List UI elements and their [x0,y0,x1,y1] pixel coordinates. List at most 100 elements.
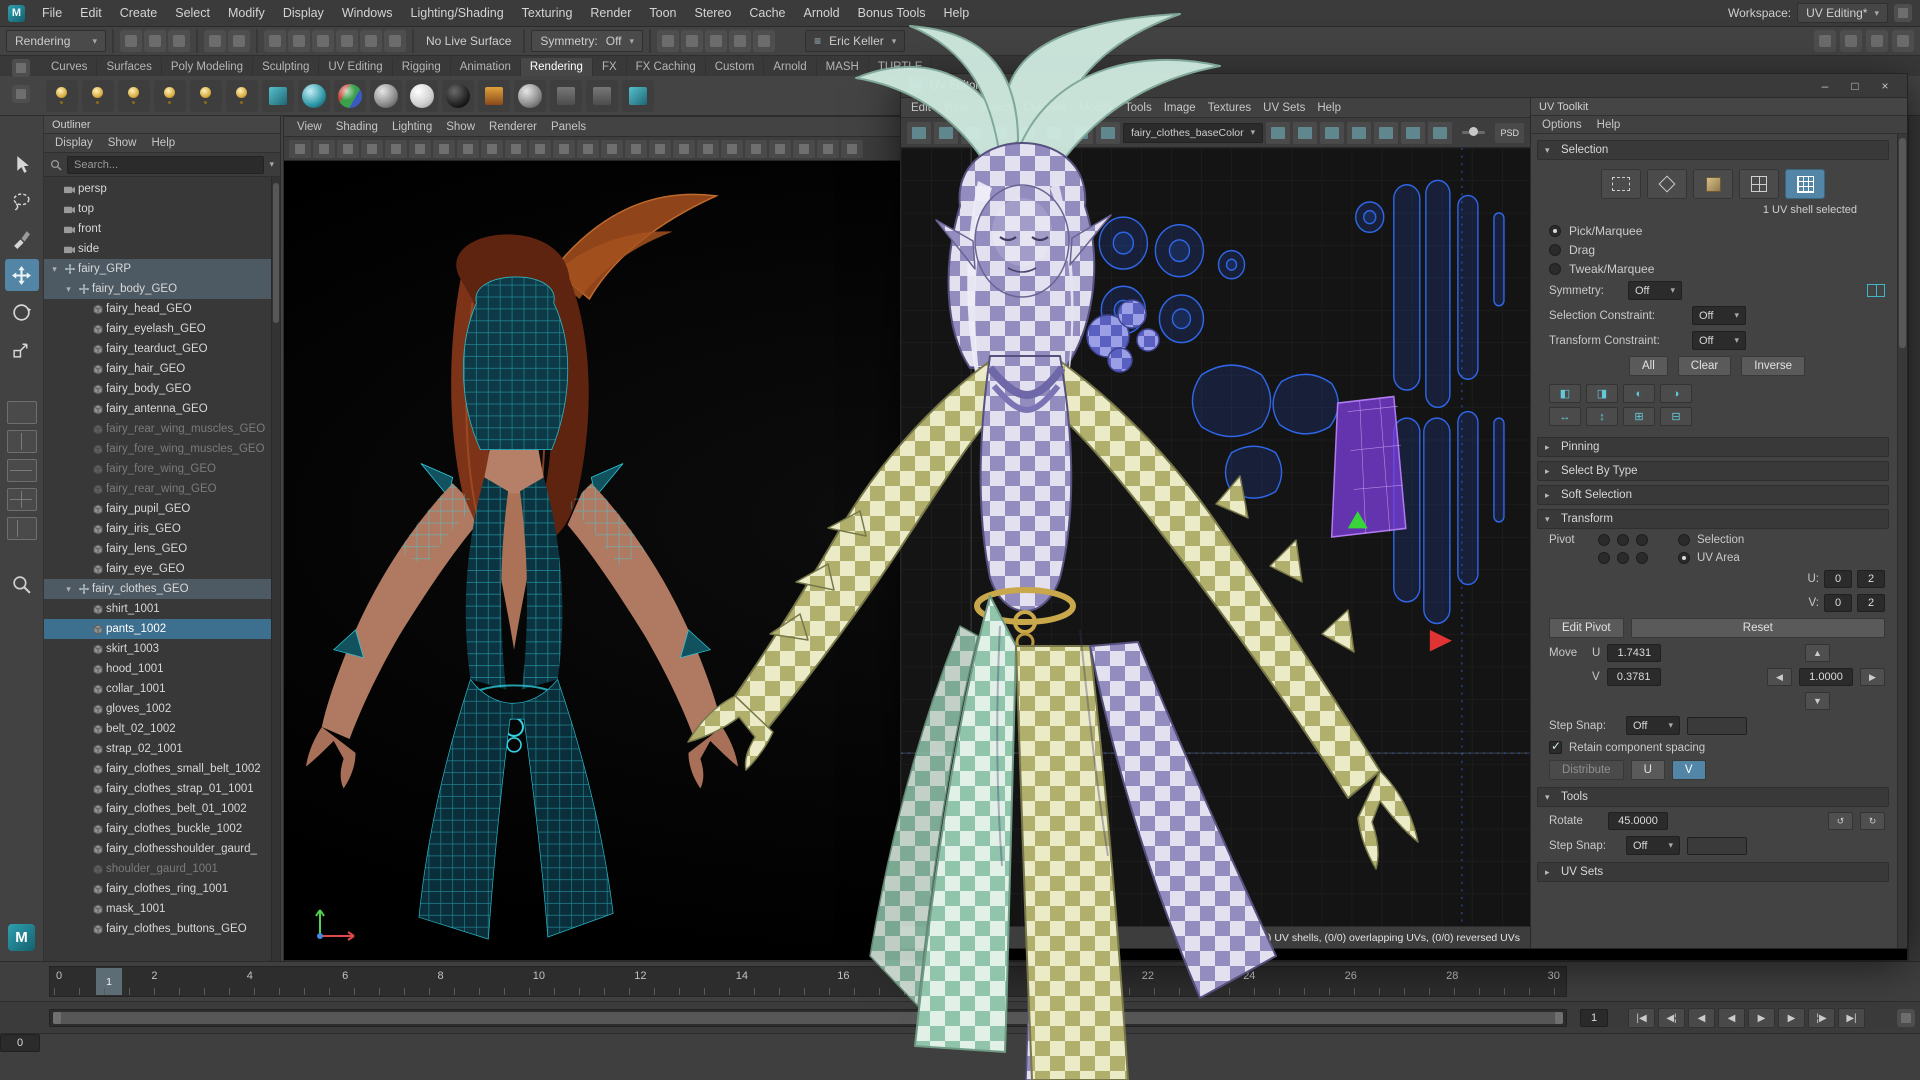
four-pane-layout[interactable] [7,488,37,511]
single-pane-layout[interactable] [7,401,37,424]
outliner-row-pants-1002[interactable]: pants_1002 [44,619,280,639]
outliner-row-fairy-hair-geo[interactable]: fairy_hair_GEO [44,359,280,379]
menu-render[interactable]: Render [581,1,640,25]
outliner-row-skirt-1003[interactable]: skirt_1003 [44,639,280,659]
outliner-row-shoulder-gaurd-1001[interactable]: shoulder_gaurd_1001 [44,859,280,879]
distribute-v-button[interactable]: V [1672,760,1706,780]
outliner-row-side[interactable]: side [44,239,280,259]
inverse-button[interactable]: Inverse [1741,356,1805,376]
unfold-uv-icon[interactable] [1069,122,1093,144]
snap-to-projected-center-icon[interactable] [336,30,358,52]
outliner-row-persp[interactable]: persp [44,179,280,199]
pivot-position-radio[interactable] [1636,534,1648,546]
wireframe-icon[interactable] [625,140,647,158]
render-current-frame-icon[interactable] [705,30,727,52]
menu-select[interactable]: Select [166,1,219,25]
move-right-button[interactable]: ▶ [1860,668,1885,686]
uv-editor-menu-select[interactable]: Select [974,100,1018,116]
menu-windows[interactable]: Windows [333,1,402,25]
move-up-button[interactable]: ▲ [1805,644,1830,662]
outliner-row-fairy-eye-geo[interactable]: fairy_eye_GEO [44,559,280,579]
uv-toolkit-menu-options[interactable]: Options [1535,117,1589,133]
anti-aliasing-icon[interactable] [769,140,791,158]
select-edge-loop-icon[interactable]: ↔ [1549,407,1581,426]
outliner-row-fairy-clothes-ring-1001[interactable]: fairy_clothes_ring_1001 [44,879,280,899]
standard-surface-material-icon[interactable] [298,80,330,112]
uv-editor-title-bar[interactable]: UV UV Editor – □ × [901,74,1907,98]
outliner-row-fairy-clothes-buckle-1002[interactable]: fairy_clothes_buckle_1002 [44,819,280,839]
play-forward-button[interactable]: ▶ [1748,1008,1775,1028]
current-frame-field[interactable]: 1 [1580,1009,1608,1027]
menu-lighting-shading[interactable]: Lighting/Shading [402,1,513,25]
flip-u-icon[interactable] [907,122,931,144]
outliner-row-fairy-clothes-strap-01-1001[interactable]: fairy_clothes_strap_01_1001 [44,779,280,799]
flip-v-icon[interactable] [934,122,958,144]
outliner-scrollbar[interactable] [271,177,280,961]
outliner-row-fairy-fore-wing-geo[interactable]: fairy_fore_wing_GEO [44,459,280,479]
expand-arrow-icon[interactable]: ▾ [62,284,75,295]
scale-tool[interactable] [5,333,39,365]
isolate-select-icon[interactable] [793,140,815,158]
display-checker-icon[interactable] [1266,122,1290,144]
outliner-row-fairy-grp[interactable]: ▾fairy_GRP [44,259,280,279]
menu-stereo[interactable]: Stereo [686,1,741,25]
shelf-tab-custom[interactable]: Custom [706,58,765,76]
toggle-modeling-toolkit-icon[interactable] [1892,30,1914,52]
pivot-v-max-field[interactable]: 2 [1857,594,1885,612]
reset-pivot-button[interactable]: Reset [1631,618,1885,638]
screen-space-ao-icon[interactable] [745,140,767,158]
rotate-cw-button[interactable]: ↻ [1860,812,1885,830]
pivot-position-radio[interactable] [1598,552,1610,564]
dim-image-icon[interactable] [1320,122,1344,144]
outliner-row-fairy-body-geo[interactable]: fairy_body_GEO [44,379,280,399]
menu-display[interactable]: Display [274,1,333,25]
filter-chevron-icon[interactable]: ▾ [269,159,274,170]
outliner-menu-show[interactable]: Show [101,135,144,151]
gate-mask-icon[interactable] [529,140,551,158]
outliner-row-top[interactable]: top [44,199,280,219]
toggle-tool-settings-icon[interactable] [1840,30,1862,52]
paint-select-tool[interactable] [5,222,39,254]
select-camera-icon[interactable] [289,140,311,158]
menu-toon[interactable]: Toon [640,1,685,25]
surface-shader-icon[interactable] [514,80,546,112]
ambient-light-icon[interactable] [82,80,114,112]
section-uv-sets[interactable]: ▸ UV Sets [1537,862,1889,882]
outliner-row-shirt-1001[interactable]: shirt_1001 [44,599,280,619]
move-u-field[interactable]: 1.7431 [1607,644,1661,662]
bookmarks-icon[interactable] [361,140,383,158]
x-ray-icon[interactable] [817,140,839,158]
2d-pan-zoom-icon[interactable] [409,140,431,158]
shelf-tab-rigging[interactable]: Rigging [393,58,451,76]
shelf-tab-fx[interactable]: FX [593,58,627,76]
time-slider[interactable]: 1 024681012141618202224262830 [0,961,1920,1001]
radio-pick-marquee[interactable]: Pick/Marquee [1533,221,1893,240]
new-scene-icon[interactable] [120,30,142,52]
exposure-icon[interactable] [841,140,863,158]
outliner-row-fairy-rear-wing-geo[interactable]: fairy_rear_wing_GEO [44,479,280,499]
outliner-menu-help[interactable]: Help [145,135,183,151]
uv-editor-menu-edit[interactable]: Edit [905,100,937,116]
select-edge-ring-icon[interactable]: ↕ [1586,407,1618,426]
select-shell-icon[interactable]: ⊞ [1623,407,1655,426]
shrink-selection-icon[interactable]: ◨ [1586,384,1618,403]
select-face-icon[interactable] [1693,169,1733,199]
section-soft-selection[interactable]: ▸Soft Selection [1537,485,1889,505]
outliner-row-fairy-lens-geo[interactable]: fairy_lens_GEO [44,539,280,559]
grid-icon[interactable] [457,140,479,158]
radio-tweak-marquee[interactable]: Tweak/Marquee [1533,259,1893,278]
search-input[interactable]: Search... [67,156,264,174]
resolution-gate-icon[interactable] [505,140,527,158]
section-select-by-type[interactable]: ▸Select By Type [1537,461,1889,481]
uv-editor-menu-help[interactable]: Help [1311,100,1347,116]
viewport-menu-view[interactable]: View [290,119,329,135]
step-forward-button[interactable]: ▶ [1778,1008,1805,1028]
view-grid-icon[interactable] [1374,122,1398,144]
outliner-row-fairy-eyelash-geo[interactable]: fairy_eyelash_GEO [44,319,280,339]
menu-help[interactable]: Help [935,1,979,25]
image-plane-icon[interactable] [385,140,407,158]
step-back-key-button[interactable]: ◀¦ [1658,1008,1685,1028]
film-gate-icon[interactable] [481,140,503,158]
shelf-tab-curves[interactable]: Curves [42,58,97,76]
menu-cache[interactable]: Cache [740,1,794,25]
